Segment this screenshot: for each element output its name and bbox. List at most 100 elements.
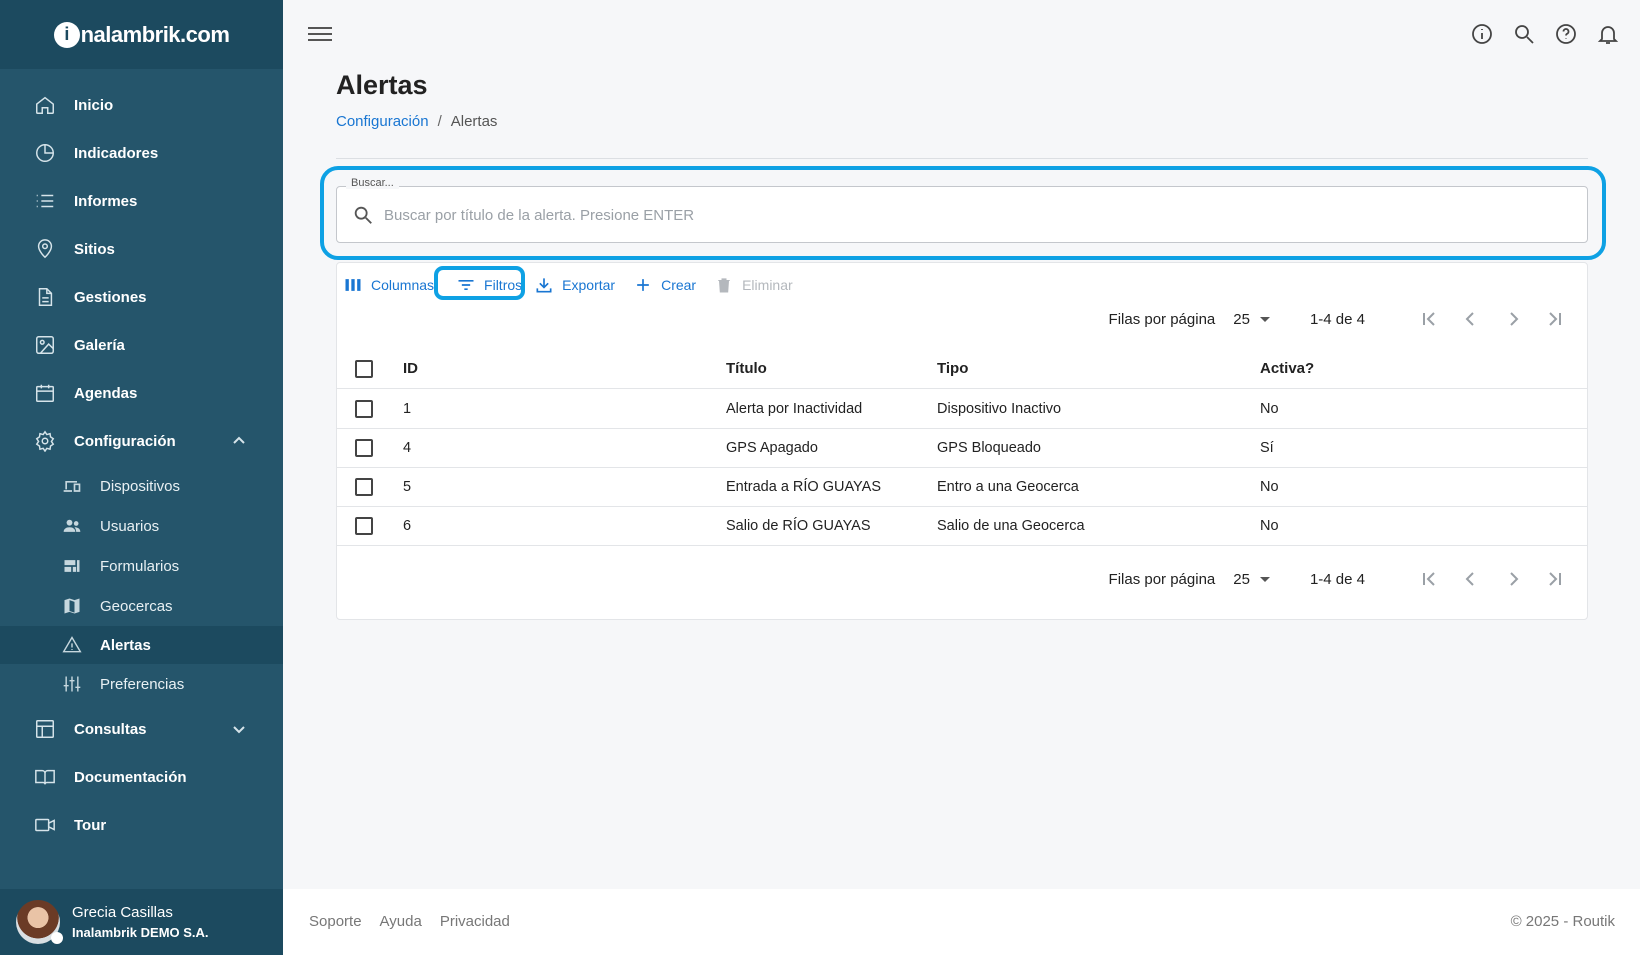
select-all-checkbox[interactable] — [355, 359, 373, 378]
sidebar-subitem-dispositivos[interactable]: Dispositivos — [0, 467, 283, 505]
filters-highlight-outline — [434, 266, 525, 300]
prev-page-icon[interactable] — [1459, 307, 1483, 331]
row-checkbox[interactable] — [355, 517, 373, 535]
first-page-icon[interactable] — [1417, 567, 1441, 591]
column-header-titulo[interactable]: Título — [726, 349, 767, 388]
column-header-tipo[interactable]: Tipo — [937, 349, 968, 388]
avatar — [16, 900, 63, 944]
footer: Soporte Ayuda Privacidad © 2025 - Routik — [283, 889, 1640, 955]
sidebar-item-label: Consultas — [74, 720, 147, 738]
info-icon[interactable] — [1470, 22, 1494, 46]
create-button[interactable]: Crear — [633, 275, 696, 295]
sidebar-item-configuracion[interactable]: Configuración — [0, 421, 283, 461]
cell-activa: No — [1260, 518, 1279, 534]
search-highlight-outline — [320, 166, 1606, 260]
plus-icon — [637, 279, 649, 291]
rows-per-page-value: 25 — [1233, 310, 1250, 328]
prev-page-icon[interactable] — [1459, 567, 1483, 591]
cell-tipo: Entro a una Geocerca — [937, 479, 1079, 495]
breadcrumb-separator: / — [437, 113, 442, 130]
top-actions — [1470, 22, 1620, 46]
column-header-activa[interactable]: Activa? — [1260, 349, 1314, 388]
sidebar-subitem-label: Preferencias — [100, 675, 185, 693]
rows-per-page-select[interactable]: 25 — [1233, 571, 1270, 588]
cell-activa: No — [1260, 479, 1279, 495]
sidebar-item-inicio[interactable]: Inicio — [0, 85, 283, 125]
pagination-range: 1-4 de 4 — [1309, 310, 1365, 328]
cell-id: 4 — [403, 440, 412, 456]
sidebar-item-informes[interactable]: Informes — [0, 181, 283, 221]
brand-logo[interactable]: i nalambrik.com — [53, 21, 230, 48]
table-header: ID Título Tipo Activa? — [337, 349, 1587, 389]
trash-icon — [718, 278, 730, 293]
sidebar-item-label: Agendas — [74, 384, 138, 402]
table-row[interactable]: 1 Alerta por Inactividad Dispositivo Ina… — [337, 390, 1587, 429]
hamburger-menu-icon[interactable] — [308, 24, 332, 44]
copyright: © 2025 - Routik — [1510, 913, 1615, 930]
logo-mark: i — [53, 21, 80, 48]
forms-icon — [61, 555, 83, 577]
footer-links: Soporte Ayuda Privacidad — [309, 913, 510, 930]
sidebar-item-galeria[interactable]: Galería — [0, 325, 283, 365]
table-row[interactable]: 4 GPS Apagado GPS Bloqueado Sí — [337, 429, 1587, 468]
first-page-icon[interactable] — [1417, 307, 1441, 331]
row-checkbox[interactable] — [355, 478, 373, 496]
table-row[interactable]: 5 Entrada a RÍO GUAYAS Entro a una Geoce… — [337, 468, 1587, 507]
column-header-id[interactable]: ID — [403, 349, 418, 388]
delete-label: Eliminar — [742, 277, 793, 293]
sidebar-item-documentacion[interactable]: Documentación — [0, 757, 283, 797]
search-icon[interactable] — [1512, 22, 1536, 46]
sidebar-subitem-preferencias[interactable]: Preferencias — [0, 665, 283, 703]
sidebar-item-label: Tour — [74, 816, 107, 834]
last-page-icon[interactable] — [1543, 307, 1567, 331]
sidebar-subitem-geocercas[interactable]: Geocercas — [0, 587, 283, 625]
user-profile[interactable]: Grecia Casillas Inalambrik DEMO S.A. — [0, 889, 283, 955]
pagination-bottom: Filas por página 25 1-4 de 4 — [1109, 567, 1567, 591]
sidebar-subitem-usuarios[interactable]: Usuarios — [0, 507, 283, 545]
sidebar-subitem-alertas[interactable]: Alertas — [0, 626, 283, 664]
sidebar-item-tour[interactable]: Tour — [0, 805, 283, 845]
next-page-icon[interactable] — [1501, 307, 1525, 331]
help-icon[interactable] — [1554, 22, 1578, 46]
grid-toolbar: Columnas Filtros Exportar Crear Eliminar — [343, 273, 811, 297]
export-button[interactable]: Exportar — [534, 275, 615, 295]
footer-link-privacidad[interactable]: Privacidad — [440, 913, 510, 930]
next-page-icon[interactable] — [1501, 567, 1525, 591]
divider — [336, 158, 1588, 159]
sidebar-item-label: Galería — [74, 336, 125, 354]
user-name: Grecia Casillas — [72, 904, 173, 921]
notifications-bell-icon[interactable] — [1596, 22, 1620, 46]
sidebar-item-consultas[interactable]: Consultas — [0, 709, 283, 749]
delete-button[interactable]: Eliminar — [714, 275, 793, 295]
warning-icon — [61, 634, 83, 656]
sidebar-item-agendas[interactable]: Agendas — [0, 373, 283, 413]
cell-activa: Sí — [1260, 440, 1274, 456]
sidebar-item-indicadores[interactable]: Indicadores — [0, 133, 283, 173]
cell-tipo: GPS Bloqueado — [937, 440, 1041, 456]
breadcrumb-current: Alertas — [450, 113, 498, 130]
sidebar-subitem-formularios[interactable]: Formularios — [0, 547, 283, 585]
sidebar-item-label: Inicio — [74, 96, 114, 114]
rows-per-page-value: 25 — [1233, 570, 1250, 588]
cell-id: 6 — [403, 518, 412, 534]
sidebar-item-label: Indicadores — [74, 144, 159, 162]
pie-chart-icon — [34, 142, 56, 164]
sidebar-item-sitios[interactable]: Sitios — [0, 229, 283, 269]
rows-per-page-select[interactable]: 25 — [1233, 311, 1270, 328]
row-checkbox[interactable] — [355, 400, 373, 418]
breadcrumb-link-configuracion[interactable]: Configuración — [336, 113, 429, 130]
user-org: Inalambrik DEMO S.A. — [72, 925, 209, 940]
sidebar-item-gestiones[interactable]: Gestiones — [0, 277, 283, 317]
last-page-icon[interactable] — [1543, 567, 1567, 591]
rows-per-page-label: Filas por página — [1108, 570, 1216, 588]
chevron-up-icon — [231, 433, 247, 449]
columns-icon — [345, 279, 361, 291]
footer-link-soporte[interactable]: Soporte — [309, 913, 362, 930]
row-checkbox[interactable] — [355, 439, 373, 457]
columns-button[interactable]: Columnas — [343, 275, 434, 295]
footer-link-ayuda[interactable]: Ayuda — [380, 913, 422, 930]
export-label: Exportar — [562, 277, 616, 293]
table-row[interactable]: 6 Salio de RÍO GUAYAS Salio de una Geoce… — [337, 507, 1587, 546]
alerts-data-grid: Columnas Filtros Exportar Crear Eliminar… — [336, 262, 1588, 620]
image-icon — [34, 334, 56, 356]
